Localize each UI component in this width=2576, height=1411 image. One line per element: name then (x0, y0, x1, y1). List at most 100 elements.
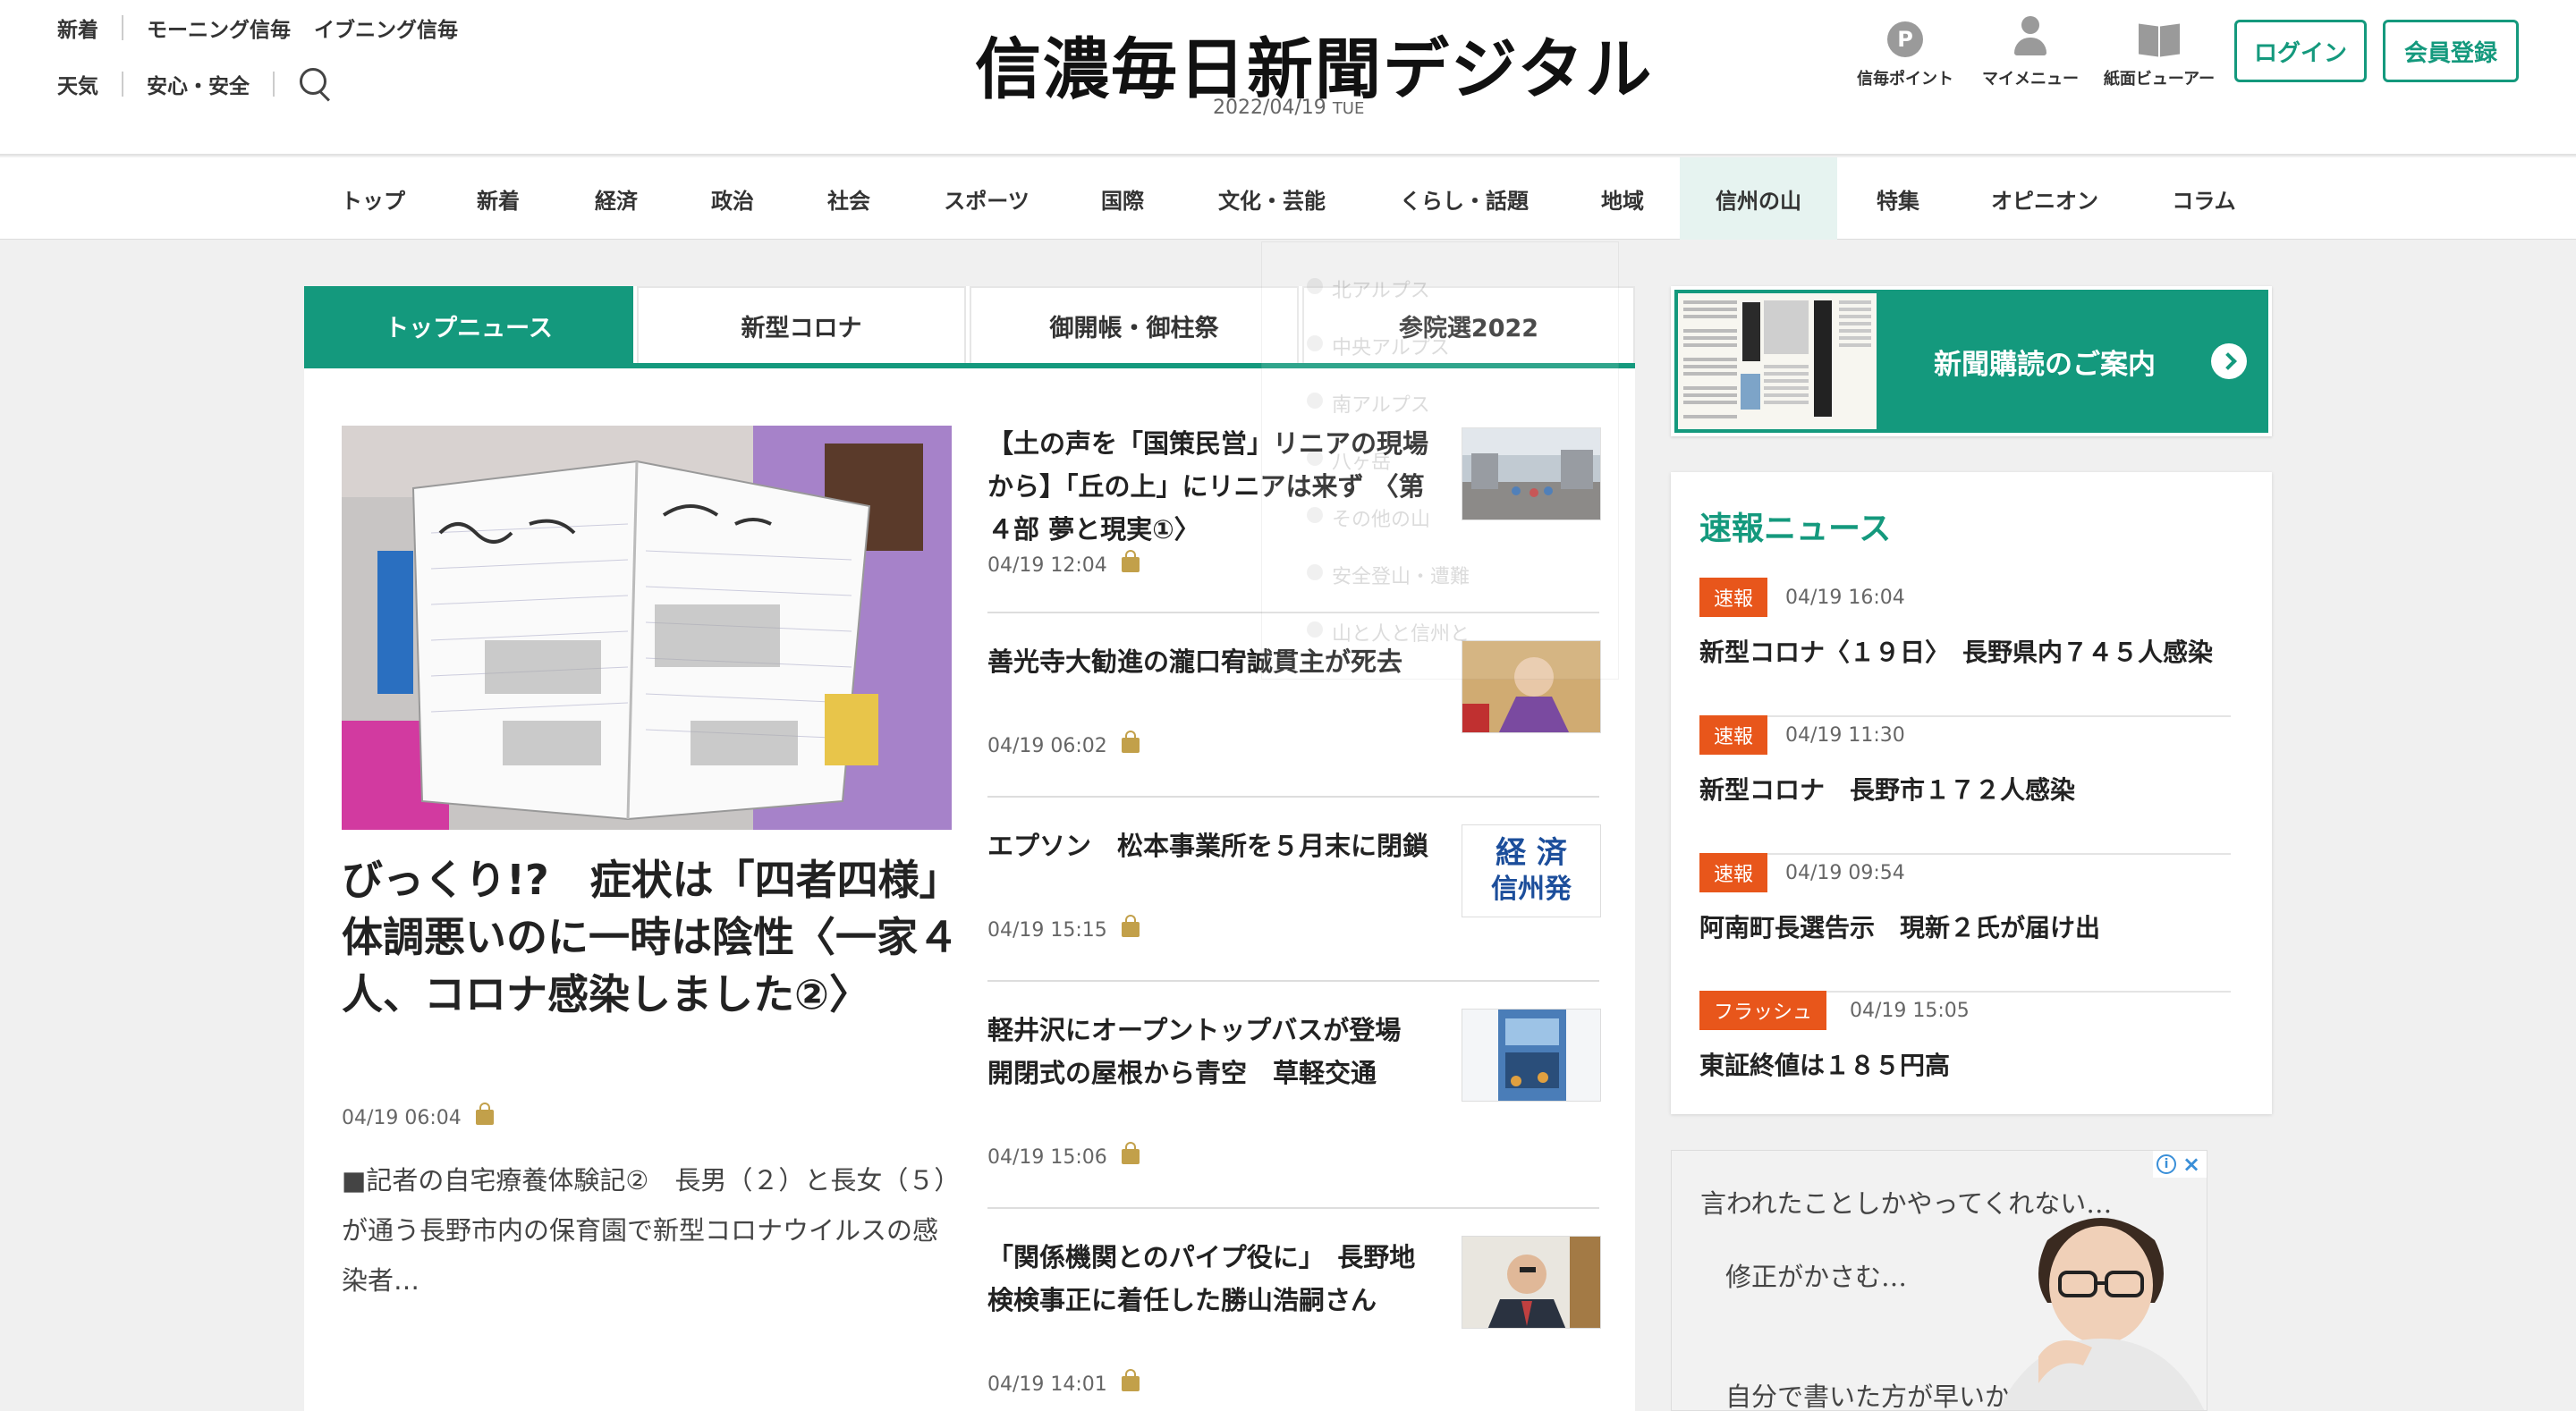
my-menu-link[interactable]: マイメニュー (1968, 16, 2093, 89)
header-date: 2022/04/19 TUE (1213, 97, 1364, 119)
site-header: 新着 モーニング信毎 イブニング信毎 天気 安心・安全 信濃毎日新聞デジタル 2… (0, 0, 2576, 156)
article-thumbnail[interactable]: 経 済 信州発 (1462, 824, 1601, 917)
nav-mountains[interactable]: 信州の山 (1680, 157, 1837, 240)
article-thumbnail[interactable] (1462, 640, 1601, 733)
lock-icon (1121, 1369, 1140, 1391)
status-badge: フラッシュ (1699, 991, 1827, 1030)
register-button[interactable]: 会員登録 (2383, 20, 2519, 82)
lead-article-summary: ■記者の自宅療養体験記② 長男（２）と長女（５）が通う長野市内の保育園で新型コロ… (342, 1165, 947, 1296)
nav-society[interactable]: 社会 (798, 157, 900, 240)
link-morning[interactable]: モーニング信毎 (147, 13, 291, 43)
nav-column[interactable]: コラム (2156, 157, 2252, 240)
news-tabs: トップニュース 新型コロナ 御開帳・御柱祭 参院選2022 (304, 286, 1635, 368)
newspaper-image (1678, 293, 1877, 429)
nav-lifestyle[interactable]: くらし・話題 (1385, 157, 1544, 240)
utility-links-top: 新着 モーニング信毎 イブニング信毎 (57, 13, 458, 43)
viewer-link[interactable]: 紙面ビューアー (2097, 16, 2222, 89)
ad-controls: i × (2153, 1151, 2207, 1178)
tab-gokaicho[interactable]: 御開帳・御柱祭 (970, 286, 1299, 363)
nav-international[interactable]: 国際 (1073, 157, 1172, 240)
article-title[interactable]: エプソン 松本事業所を５月末に閉鎖 (987, 824, 1435, 867)
nav-opinion[interactable]: オピニオン (1975, 157, 2114, 240)
article-time: 04/19 15:15 (987, 915, 1140, 942)
article-time: 04/19 15:06 (987, 1142, 1140, 1169)
lock-icon (475, 1103, 494, 1125)
breaking-time: 04/19 11:30 (1785, 724, 1905, 747)
weekday: TUE (1332, 99, 1365, 118)
thumb-label-economy: 経 済 (1496, 835, 1567, 871)
user-icon (2012, 16, 2048, 57)
status-badge: 速報 (1699, 578, 1768, 617)
article-item[interactable]: エプソン 松本事業所を５月末に閉鎖 04/19 15:15 経 済 信州発 (987, 798, 1601, 982)
link-evening[interactable]: イブニング信毎 (314, 13, 458, 43)
tab-top-news[interactable]: トップニュース (304, 286, 633, 363)
my-menu-label: マイメニュー (1982, 70, 2079, 89)
lock-icon (1121, 550, 1140, 572)
article-time: 04/19 14:01 (987, 1369, 1140, 1396)
article-title[interactable]: 「関係機関とのパイプ役に」 長野地検検事正に着任した勝山浩嗣さん (987, 1236, 1435, 1322)
search-icon[interactable] (298, 66, 334, 102)
article-item[interactable]: 【土の声を「国策民営」リニアの現場から】「丘の上」にリニアは来ず 〈第４部 夢と… (987, 422, 1601, 613)
subscription-label: 新聞購読のご案内 (1934, 348, 2156, 381)
lock-icon (1121, 731, 1140, 753)
breaking-item[interactable]: 速報 04/19 11:30 新型コロナ 長野市１７２人感染 (1699, 715, 2231, 855)
nav-region[interactable]: 地域 (1576, 157, 1669, 240)
breaking-headline[interactable]: 阿南町長選告示 現新２氏が届け出 (1699, 908, 2100, 944)
article-thumbnail[interactable] (1462, 1236, 1601, 1329)
points-link[interactable]: P 信毎ポイント (1843, 16, 1968, 89)
breaking-item[interactable]: 速報 04/19 16:04 新型コロナ〈１９日〉 長野県内７４５人感染 (1699, 578, 2231, 717)
info-icon[interactable]: i (2157, 1154, 2176, 1174)
link-safety[interactable]: 安心・安全 (147, 69, 250, 99)
breaking-item[interactable]: 速報 04/19 09:54 阿南町長選告示 現新２氏が届け出 (1699, 853, 2231, 993)
breaking-time: 04/19 16:04 (1785, 587, 1905, 609)
article-item[interactable]: 「関係機関とのパイプ役に」 長野地検検事正に着任した勝山浩嗣さん 04/19 1… (987, 1209, 1601, 1411)
tab-covid[interactable]: 新型コロナ (637, 286, 966, 363)
nav-features[interactable]: 特集 (1852, 157, 1945, 240)
article-time: 04/19 12:04 (987, 550, 1140, 577)
nav-new[interactable]: 新着 (447, 157, 549, 240)
top-news-panel: トップニュース 新型コロナ 御開帳・御柱祭 参院選2022 びっくり!? 症状は… (304, 286, 1635, 1411)
divider (122, 72, 123, 97)
breaking-headline[interactable]: 新型コロナ〈１９日〉 長野県内７４５人感染 (1699, 633, 2213, 669)
subscription-banner[interactable]: 新聞購読のご案内 (1671, 286, 2272, 436)
article-item[interactable]: 善光寺大勧進の瀧口宥誠貫主が死去 04/19 06:02 (987, 613, 1601, 798)
main-nav: トップ 新着 経済 政治 社会 スポーツ 国際 文化・芸能 くらし・話題 地域 … (0, 157, 2576, 240)
login-button[interactable]: ログイン (2234, 20, 2367, 82)
lead-article-title[interactable]: びっくり!? 症状は「四者四様」 体調悪いのに一時は陰性〈一家４人、コロナ感染し… (342, 851, 981, 1023)
breaking-news-box: 速報ニュース 速報 04/19 16:04 新型コロナ〈１９日〉 長野県内７４５… (1671, 472, 2272, 1114)
nav-culture[interactable]: 文化・芸能 (1199, 157, 1345, 240)
status-badge: 速報 (1699, 853, 1768, 892)
close-icon[interactable]: × (2182, 1153, 2201, 1175)
article-time: 04/19 06:02 (987, 731, 1140, 757)
article-title[interactable]: 善光寺大勧進の瀧口宥誠貫主が死去 (987, 640, 1435, 683)
breaking-time: 04/19 09:54 (1785, 862, 1905, 884)
breaking-headline[interactable]: 東証終値は１８５円高 (1699, 1046, 1950, 1082)
breaking-time: 04/19 15:05 (1850, 1000, 1970, 1022)
thumb-label-shinshu: 信州発 (1491, 874, 1572, 905)
ad-person-image (1997, 1218, 2205, 1410)
article-title[interactable]: 軽井沢にオープントップバスが登場 開閉式の屋根から青空 草軽交通 (987, 1009, 1435, 1094)
book-icon (2137, 25, 2182, 57)
divider (122, 15, 123, 40)
lock-icon (1121, 1142, 1140, 1164)
lead-article-image[interactable] (342, 426, 952, 830)
link-new[interactable]: 新着 (57, 13, 98, 43)
article-thumbnail[interactable] (1462, 427, 1601, 520)
tab-election[interactable]: 参院選2022 (1302, 286, 1635, 363)
arrow-right-icon (2211, 343, 2247, 379)
link-weather[interactable]: 天気 (57, 69, 98, 99)
nav-economy[interactable]: 経済 (565, 157, 667, 240)
breaking-news-title: 速報ニュース (1699, 511, 1892, 547)
nav-top[interactable]: トップ (322, 157, 424, 240)
breaking-item[interactable]: フラッシュ 04/19 15:05 東証終値は１８５円高 (1699, 991, 2231, 1130)
utility-links-bottom: 天気 安心・安全 (57, 66, 334, 102)
article-thumbnail[interactable] (1462, 1009, 1601, 1102)
nav-sports[interactable]: スポーツ (921, 157, 1052, 240)
breaking-headline[interactable]: 新型コロナ 長野市１７２人感染 (1699, 771, 2075, 807)
advertisement[interactable]: 言われたことしかやってくれない… 修正がかさむ… 自分で書いた方が早いかも？ i… (1671, 1150, 2207, 1411)
points-label: 信毎ポイント (1857, 70, 1953, 89)
lead-time-value: 04/19 06:04 (342, 1107, 462, 1129)
nav-politics[interactable]: 政治 (682, 157, 784, 240)
article-title[interactable]: 【土の声を「国策民営」リニアの現場から】「丘の上」にリニアは来ず 〈第４部 夢と… (987, 422, 1435, 551)
article-item[interactable]: 軽井沢にオープントップバスが登場 開閉式の屋根から青空 草軽交通 04/19 1… (987, 982, 1601, 1209)
